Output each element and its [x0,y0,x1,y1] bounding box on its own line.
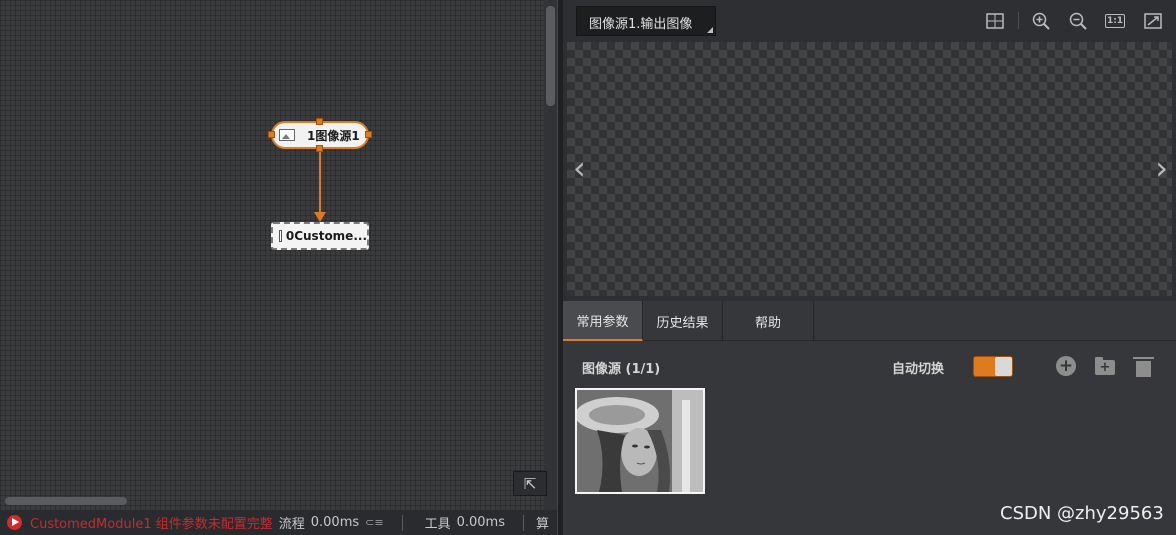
error-message: CustomedModule1 组件参数未配置完整 [30,517,273,532]
node-label: 1图像源1 [307,128,360,143]
expand-icon: ⇱ [523,474,537,493]
algo-label: 算 [535,517,549,532]
toolbar-divider [1018,12,1019,29]
tab-help[interactable]: 帮助 [723,301,814,341]
next-image-icon[interactable]: › [1155,152,1168,184]
run-error-icon[interactable] [7,515,22,530]
actual-size-label: 1:1 [1106,16,1124,26]
tab-history-results[interactable]: 历史结果 [643,301,723,341]
add-icon[interactable]: + [1056,356,1076,376]
status-bar: CustomedModule1 组件参数未配置完整 流程 0.00ms ⊂≡ 工… [0,510,557,535]
auto-switch-label: 自动切换 [892,362,945,377]
status-divider [401,514,403,531]
toggle-knob [995,357,1012,376]
image-view-pane: 图像源1.输出图像 1:1 ‹ › 常用参数 历史结果 帮助 图像源 (1/1)… [563,0,1176,535]
image-source-title: 图像源 (1/1) [582,362,661,377]
flow-canvas[interactable]: 1图像源1 0Custome... ⇱ [0,0,557,510]
trash-icon[interactable] [1133,357,1154,377]
watermark: CSDN @zhy29563 [1000,503,1164,524]
node-label: 0Custome... [285,229,367,243]
image-icon [279,129,295,141]
flow-time: 0.00ms [310,515,360,530]
zoom-out-icon[interactable] [1068,12,1088,30]
auto-switch-toggle[interactable] [973,356,1013,377]
prev-image-icon[interactable]: ‹ [573,152,586,184]
zoom-in-icon[interactable] [1031,12,1051,30]
folder-icon[interactable]: + [1095,357,1115,375]
expand-button[interactable]: ⇱ [513,471,547,496]
thumbnail-image [577,390,703,492]
grid-icon[interactable] [985,12,1005,29]
image-source-select[interactable]: 图像源1.输出图像 [576,6,716,36]
actual-size-icon[interactable]: 1:1 [1105,14,1125,28]
flow-detail-icon[interactable]: ⊂≡ [365,516,383,529]
image-source-value: 图像源1.输出图像 [589,17,693,32]
parameter-panel: 常用参数 历史结果 帮助 图像源 (1/1) 自动切换 + + [563,301,1176,535]
flow-connector [314,150,326,222]
node-port-right[interactable] [365,131,372,138]
node-port-bottom[interactable] [316,145,323,152]
node-port-top[interactable] [316,118,323,125]
fit-icon[interactable] [1143,12,1163,29]
panel-tabs: 常用参数 历史结果 帮助 [563,301,1176,341]
search-module-icon [279,230,282,242]
connector-arrow [314,212,326,222]
node-customed-module[interactable]: 0Custome... [271,222,369,250]
tool-label: 工具 [424,517,451,532]
flow-label: 流程 [278,517,305,532]
image-viewer[interactable]: ‹ › [567,42,1172,296]
image-toolbar: 图像源1.输出图像 1:1 [563,0,1176,40]
image-thumbnail[interactable] [575,388,705,494]
status-divider [522,514,524,531]
tool-time: 0.00ms [456,515,505,530]
node-port-left[interactable] [268,131,275,138]
tab-common-params[interactable]: 常用参数 [563,301,643,341]
